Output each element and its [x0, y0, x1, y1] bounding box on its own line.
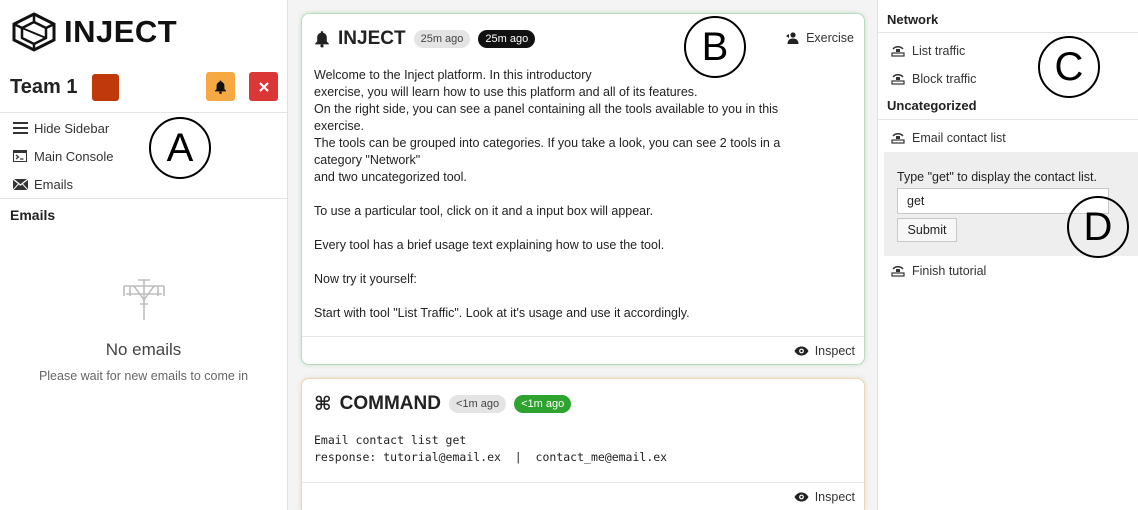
- message-line: On the right side, you can see a panel c…: [314, 102, 779, 116]
- emails-heading: Emails: [10, 207, 56, 223]
- time-badge: 25m ago: [413, 30, 471, 48]
- tool-icon: [891, 265, 905, 277]
- user-icon: [786, 32, 799, 44]
- close-icon: [258, 81, 269, 92]
- message-line: The tools can be grouped into categories…: [314, 136, 781, 150]
- message-line: To use a particular tool, click on it an…: [314, 204, 654, 218]
- command-output: Email contact list get response: tutorial…: [314, 432, 667, 466]
- inspect-label: Inspect: [814, 490, 855, 504]
- empty-title: No emails: [105, 340, 182, 359]
- menu-icon: [12, 120, 28, 136]
- message-line: category "Network": [314, 153, 421, 167]
- eye-icon: [794, 492, 809, 502]
- message-line: Now try it yourself:: [314, 272, 417, 286]
- inject-card: INJECT 25m ago 25m ago Exercise Welcome …: [301, 13, 865, 365]
- nav-label: Main Console: [34, 148, 114, 164]
- card-footer: Inspect: [302, 482, 864, 510]
- message-line: exercise.: [314, 119, 365, 133]
- team-row: Team 1: [10, 72, 280, 102]
- nav-label: Hide Sidebar: [34, 120, 110, 136]
- nav-main-console[interactable]: Main Console: [12, 145, 114, 167]
- sidebar: INJECT Team 1 Hide Sidebar Main Console: [0, 0, 287, 510]
- tool-usage-text: Type "get" to display the contact list.: [897, 170, 1097, 184]
- app-logo[interactable]: INJECT: [10, 12, 177, 52]
- empty-subtitle: Please wait for new emails to come in: [38, 369, 249, 383]
- mail-icon: [12, 176, 28, 192]
- tool-label: Block traffic: [912, 72, 977, 86]
- command-card: ⌘ COMMAND <1m ago <1m ago Email contact …: [301, 378, 865, 510]
- inject-logo-icon: [12, 12, 56, 52]
- time-badge-dark: 25m ago: [478, 30, 536, 48]
- command-icon: ⌘: [314, 393, 332, 415]
- message-line: Welcome to the Inject platform. In this …: [314, 68, 592, 82]
- annotation-marker-d: D: [1067, 196, 1129, 258]
- tool-list-traffic[interactable]: List traffic: [891, 44, 965, 58]
- message-line: exercise, you will learn how to use this…: [314, 85, 698, 99]
- message-line: Every tool has a brief usage text explai…: [314, 238, 665, 252]
- bell-icon: [215, 80, 226, 94]
- submit-button[interactable]: Submit: [897, 218, 957, 242]
- annotation-marker-c: C: [1038, 36, 1100, 98]
- tool-icon: [891, 45, 905, 57]
- tool-block-traffic[interactable]: Block traffic: [891, 72, 976, 86]
- team-color-swatch: [92, 73, 120, 101]
- close-button[interactable]: [249, 72, 278, 101]
- divider: [878, 119, 1138, 120]
- tool-icon: [891, 73, 905, 85]
- annotation-marker-b: B: [684, 16, 746, 78]
- exercise-tag: Exercise: [786, 31, 854, 45]
- nav-label: Emails: [34, 176, 74, 192]
- inbox-empty-icon: [123, 279, 165, 320]
- notifications-button[interactable]: [206, 72, 235, 101]
- message-line: and two uncategorized tool.: [314, 170, 467, 184]
- divider: [0, 112, 287, 113]
- card-footer: Inspect: [302, 336, 864, 364]
- team-name: Team 1: [10, 75, 78, 98]
- card-title: COMMAND: [339, 393, 441, 414]
- main-console: INJECT 25m ago 25m ago Exercise Welcome …: [287, 0, 878, 510]
- inject-message: Welcome to the Inject platform. In this …: [314, 67, 834, 322]
- tool-label: List traffic: [912, 44, 966, 58]
- tool-email-contact-list[interactable]: Email contact list: [891, 131, 1006, 145]
- exercise-label: Exercise: [806, 31, 854, 45]
- message-line: Start with tool "List Traffic". Look at …: [314, 306, 690, 320]
- time-badge: <1m ago: [448, 395, 507, 413]
- tools-panel: Network List traffic Block traffic Uncat…: [878, 0, 1138, 510]
- tool-label: Finish tutorial: [912, 264, 987, 278]
- card-header: INJECT 25m ago 25m ago: [314, 26, 536, 52]
- response-line: response: tutorial@email.ex | contact_me…: [314, 450, 668, 464]
- bell-icon: [315, 31, 329, 48]
- inspect-button[interactable]: Inspect: [794, 344, 855, 358]
- nav-emails[interactable]: Emails: [12, 173, 73, 195]
- inspect-button[interactable]: Inspect: [794, 490, 855, 504]
- nav-hide-sidebar[interactable]: Hide Sidebar: [12, 117, 109, 139]
- card-title: INJECT: [338, 28, 406, 49]
- eye-icon: [794, 346, 809, 356]
- divider: [0, 198, 287, 199]
- time-badge-new: <1m ago: [514, 395, 572, 413]
- logo-text: INJECT: [64, 14, 178, 49]
- card-header: ⌘ COMMAND <1m ago <1m ago: [314, 391, 572, 417]
- category-uncategorized-heading: Uncategorized: [887, 98, 977, 113]
- divider: [878, 32, 1138, 33]
- tool-label: Email contact list: [912, 131, 1006, 145]
- inspect-label: Inspect: [814, 344, 855, 358]
- console-icon: [12, 148, 28, 164]
- annotation-marker-a: A: [149, 117, 211, 179]
- tool-finish-tutorial[interactable]: Finish tutorial: [891, 264, 986, 278]
- command-line: Email contact list get: [314, 433, 467, 447]
- category-network-heading: Network: [887, 12, 939, 27]
- tool-icon: [891, 132, 905, 144]
